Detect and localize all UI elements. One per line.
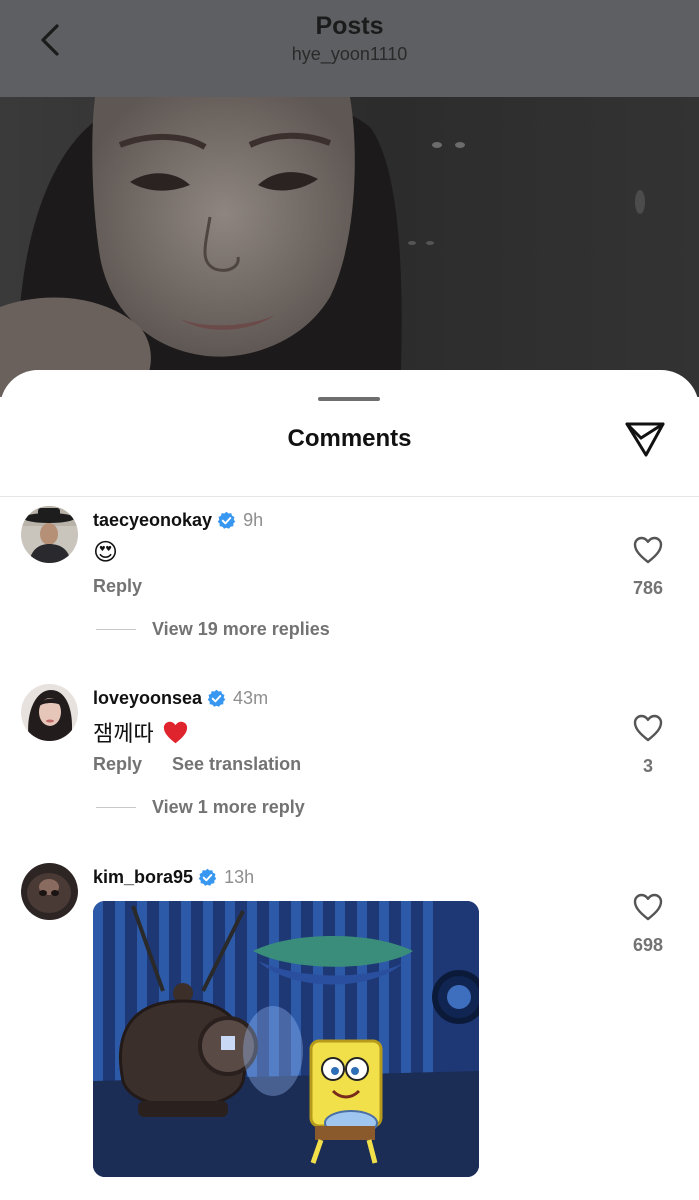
view-more-replies-button[interactable]: View 1 more reply [96,797,305,818]
replies-divider-line [96,807,136,808]
view-more-replies-button[interactable]: View 19 more replies [96,619,330,640]
post-image [0,97,699,397]
comment-time: 13h [224,867,255,887]
verified-badge-icon [198,868,217,886]
heart-outline-icon [633,536,663,564]
comment-actions: Reply See translation [93,754,301,775]
comment-item: taecyeonokay 9h 😍 Reply View 19 more rep… [0,506,699,656]
verified-badge-icon [217,511,236,529]
like-count: 3 [642,756,653,776]
avatar[interactable] [21,863,78,920]
comment-header: kim_bora95 13h [93,867,254,888]
like-button[interactable]: 698 [628,893,668,956]
like-count: 786 [632,578,664,598]
header-divider [0,496,699,497]
comment-time: 9h [243,510,264,530]
post-header: Posts hye_yoon1110 [0,0,699,97]
verified-badge-icon [207,689,226,707]
comments-title: Comments [287,425,412,452]
comment-username[interactable]: kim_bora95 [93,867,193,888]
see-translation-button[interactable]: See translation [172,754,301,775]
comment-header: taecyeonokay 9h [93,510,263,531]
like-button[interactable]: 786 [628,536,668,599]
view-more-replies-label: View 1 more reply [152,797,305,817]
comments-sheet: Comments taecyeonokay 9h 😍 Reply View 19… [0,370,699,1200]
share-button[interactable] [620,416,670,462]
comment-gif[interactable] [93,901,479,1177]
heart-eyes-emoji: 😍 [93,538,119,566]
replies-divider-line [96,629,136,630]
comment-item: kim_bora95 13h 698 [0,863,699,1193]
comment-text-korean: 잼께따 [93,721,154,746]
comment-text: 잼께따 ❤️ [93,716,189,748]
reply-button[interactable]: Reply [93,576,142,597]
comment-time: 43m [233,688,269,708]
red-heart-emoji-icon [163,721,187,743]
share-send-icon [625,422,665,457]
avatar[interactable] [21,684,78,741]
comment-item: loveyoonsea 43m 잼께따 ❤️ Reply See transla… [0,684,699,834]
sheet-drag-handle[interactable] [318,397,380,401]
page-title: Posts [315,12,384,40]
avatar[interactable] [21,506,78,563]
view-more-replies-label: View 19 more replies [152,619,330,639]
heart-outline-icon [633,714,663,742]
comment-username[interactable]: loveyoonsea [93,688,202,709]
reply-button[interactable]: Reply [93,754,142,775]
post-author-username: hye_yoon1110 [291,44,408,64]
comment-username[interactable]: taecyeonokay [93,510,212,531]
heart-outline-icon [633,893,663,921]
like-button[interactable]: 3 [628,714,668,777]
comment-actions: Reply [93,576,142,597]
comment-header: loveyoonsea 43m [93,688,268,709]
comment-text: 😍 [93,538,118,566]
like-count: 698 [632,935,664,955]
